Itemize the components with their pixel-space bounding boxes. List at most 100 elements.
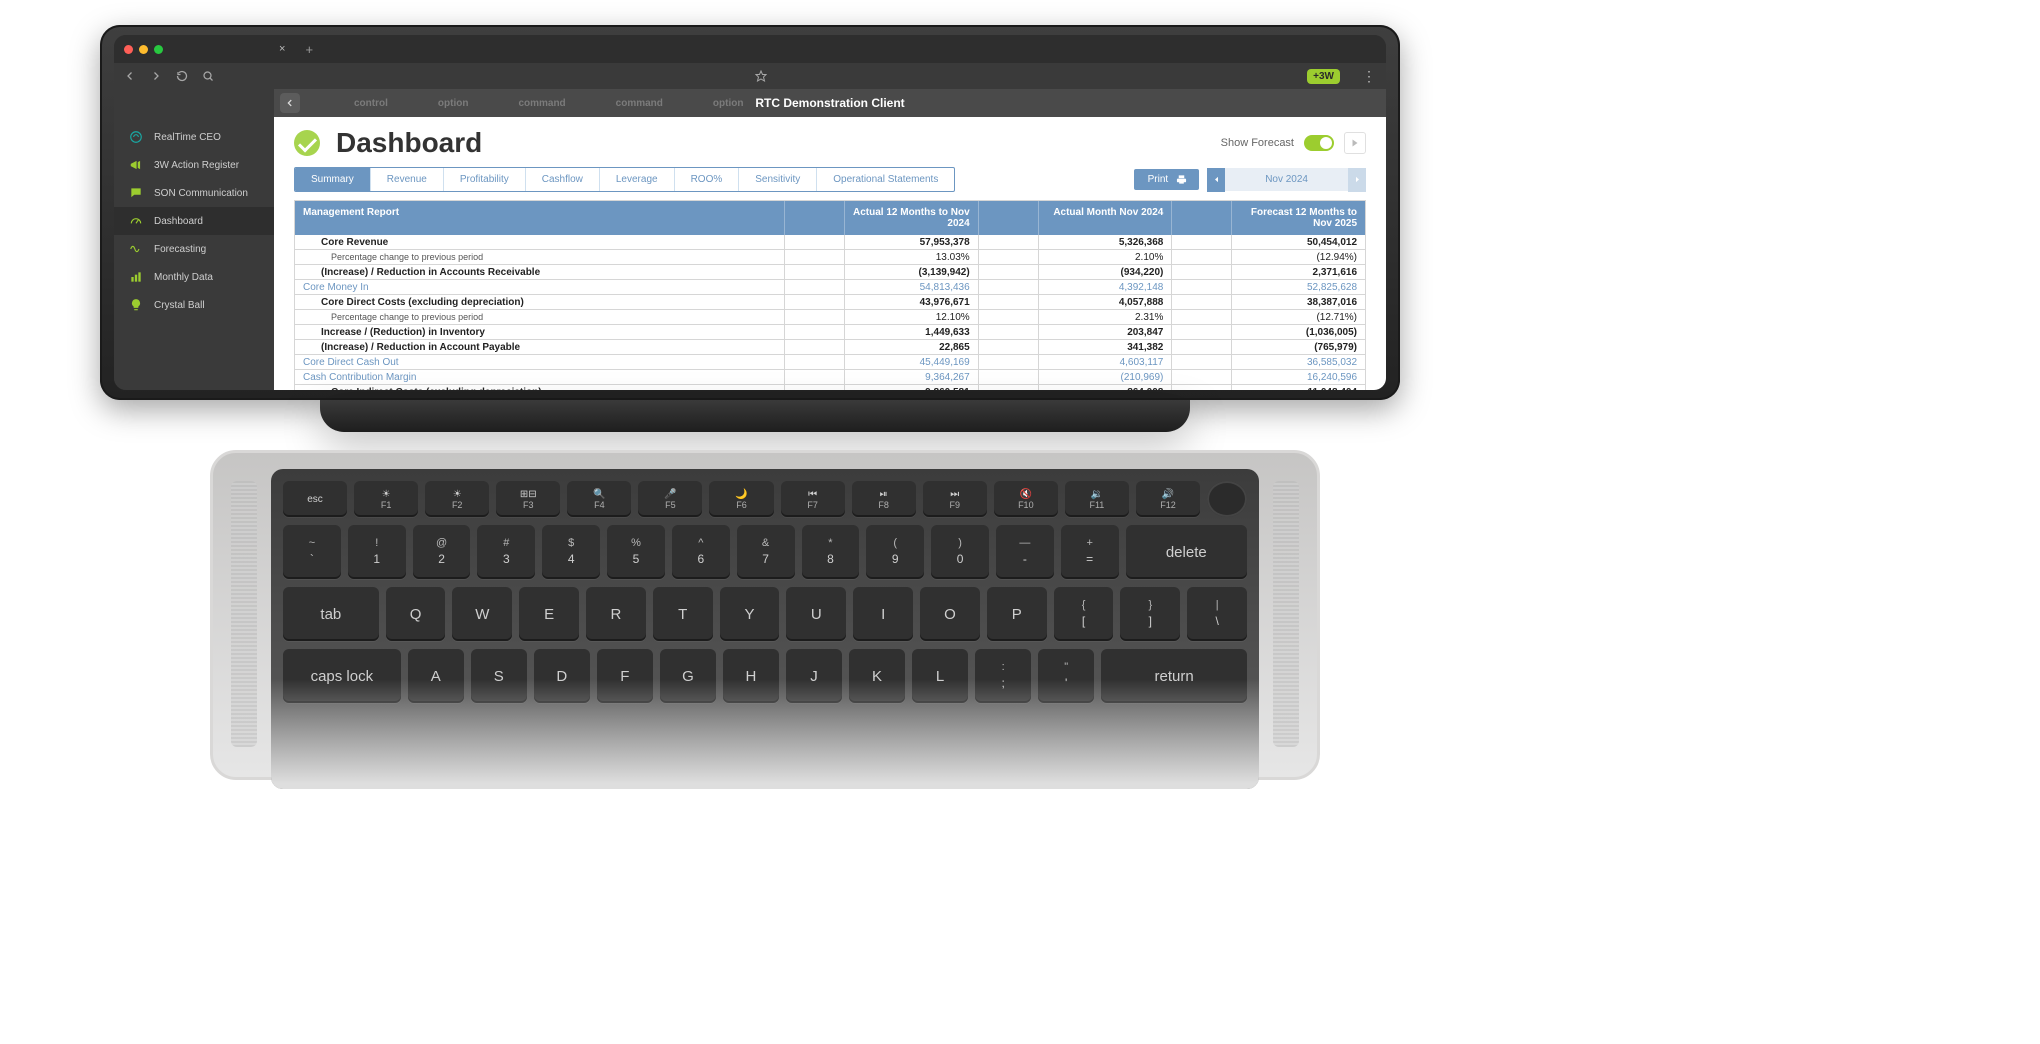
keyboard-key: ^6 [672,525,730,579]
tab-sensitivity[interactable]: Sensitivity [739,168,817,191]
keyboard-key: ⏭F9 [923,481,987,517]
touchid-button [1207,481,1247,517]
table-row: Core Money In54,813,4364,392,14852,825,6… [295,279,1365,294]
table-row: (Increase) / Reduction in Accounts Recei… [295,264,1365,279]
table-row: Cash Contribution Margin9,364,267(210,96… [295,369,1365,384]
speaker-grille [231,481,257,747]
sidebar-item-monthly-data[interactable]: Monthly Data [114,263,274,291]
keyboard-key: delete [1126,525,1247,579]
keyboard-key: —- [996,525,1054,579]
keyboard-key: += [1061,525,1119,579]
keyboard-key: :; [975,649,1031,703]
keyboard-key: $4 [542,525,600,579]
table-row: Core Direct Cash Out45,449,1694,603,1173… [295,354,1365,369]
keyboard-key: S [471,649,527,703]
table-row: Percentage change to previous period13.0… [295,249,1365,264]
keyboard-key: esc [283,481,347,517]
expand-button[interactable] [1344,132,1366,154]
laptop-screen: × + +3W ⋮ controlopti [100,25,1400,400]
bulb-icon [128,297,144,313]
extension-badge[interactable]: +3W [1307,69,1340,84]
keyboard-key: 🌙F6 [709,481,773,517]
table-row: Core Revenue57,953,3785,326,36850,454,01… [295,235,1365,249]
tab-roo-[interactable]: ROO% [675,168,740,191]
maximize-window-icon[interactable] [154,45,163,54]
next-month-button[interactable] [1348,168,1366,192]
sidebar-item-3w-action-register[interactable]: 3W Action Register [114,151,274,179]
month-label[interactable]: Nov 2024 [1225,168,1348,191]
keyboard-key: *8 [802,525,860,579]
gauge-icon [128,213,144,229]
tab-revenue[interactable]: Revenue [371,168,444,191]
tab-profitability[interactable]: Profitability [444,168,526,191]
keyboard-key: ☀F2 [425,481,489,517]
back-icon[interactable] [124,70,136,82]
tab-cashflow[interactable]: Cashflow [526,168,600,191]
keyboard-key: #3 [477,525,535,579]
logo-icon [128,129,144,145]
keyboard-key: 🔉F11 [1065,481,1129,517]
col-label: Management Report [295,201,785,235]
collapse-sidebar-button[interactable] [280,93,300,113]
keyboard-key: !1 [348,525,406,579]
tab-operational-statements[interactable]: Operational Statements [817,168,954,191]
tab-leverage[interactable]: Leverage [600,168,675,191]
forward-icon[interactable] [150,70,162,82]
keyboard-key: Q [386,587,446,641]
browser-tab[interactable]: × [279,43,293,55]
keyboard-key: J [786,649,842,703]
search-icon[interactable] [202,70,214,82]
close-window-icon[interactable] [124,45,133,54]
keyboard-key: caps lock [283,649,401,703]
refresh-icon[interactable] [176,70,188,82]
keyboard-key: ☀︎F1 [354,481,418,517]
print-button[interactable]: Print [1134,169,1200,190]
keyboard-key: %5 [607,525,665,579]
sidebar-item-label: RealTime CEO [154,132,221,143]
report-table: Management Report Actual 12 Months to No… [294,200,1366,390]
keyboard-key: |\ [1187,587,1247,641]
new-tab-icon[interactable]: + [305,42,313,57]
app-header: controloptioncommandcommandoption RTC De… [274,89,1386,117]
laptop-deck: esc☀︎F1☀F2⊞⊟F3🔍F4🎤F5🌙F6⏮F7⏯F8⏭F9🔇F10🔉F11… [210,450,1320,780]
keyboard-key: 🎤F5 [638,481,702,517]
keyboard-key: ~` [283,525,341,579]
sidebar-item-realtime-ceo[interactable]: RealTime CEO [114,123,274,151]
sidebar-item-label: SON Communication [154,188,248,199]
check-circle-icon [294,130,320,156]
browser-titlebar: × + [114,35,1386,63]
sidebar-item-crystal-ball[interactable]: Crystal Ball [114,291,274,319]
app-title: RTC Demonstration Client [755,96,904,110]
keyboard-key: ⏮F7 [781,481,845,517]
show-forecast-toggle[interactable] [1304,135,1334,151]
sidebar-item-son-communication[interactable]: SON Communication [114,179,274,207]
megaphone-icon [128,157,144,173]
laptop-hinge [320,400,1190,432]
table-header: Management Report Actual 12 Months to No… [295,201,1365,235]
table-row: Increase / (Reduction) in Inventory1,449… [295,324,1365,339]
col-actual-12m: Actual 12 Months to Nov 2024 [845,201,979,235]
speaker-grille [1273,481,1299,747]
sidebar-item-forecasting[interactable]: Forecasting [114,235,274,263]
keyboard-key: 🔍F4 [567,481,631,517]
keyboard-key: }] [1120,587,1180,641]
table-row: Core Indirect Costs (excluding depreciat… [295,384,1365,390]
keyboard-key: O [920,587,980,641]
browser-menu-icon[interactable]: ⋮ [1362,68,1376,85]
chat-icon [128,185,144,201]
minimize-window-icon[interactable] [139,45,148,54]
sidebar-item-dashboard[interactable]: Dashboard [114,207,274,235]
show-forecast-label: Show Forecast [1221,137,1294,149]
keyboard-key: {[ [1054,587,1114,641]
col-forecast: Forecast 12 Months to Nov 2025 [1232,201,1365,235]
table-row: (Increase) / Reduction in Account Payabl… [295,339,1365,354]
tab-summary[interactable]: Summary [295,168,371,191]
keyboard-key: H [723,649,779,703]
keyboard-key: I [853,587,913,641]
close-tab-icon[interactable]: × [279,43,285,55]
sidebar-item-label: Dashboard [154,216,203,227]
keyboard-key: T [653,587,713,641]
bookmark-icon[interactable] [755,70,767,82]
table-row: Core Direct Costs (excluding depreciatio… [295,294,1365,309]
prev-month-button[interactable] [1207,168,1225,192]
